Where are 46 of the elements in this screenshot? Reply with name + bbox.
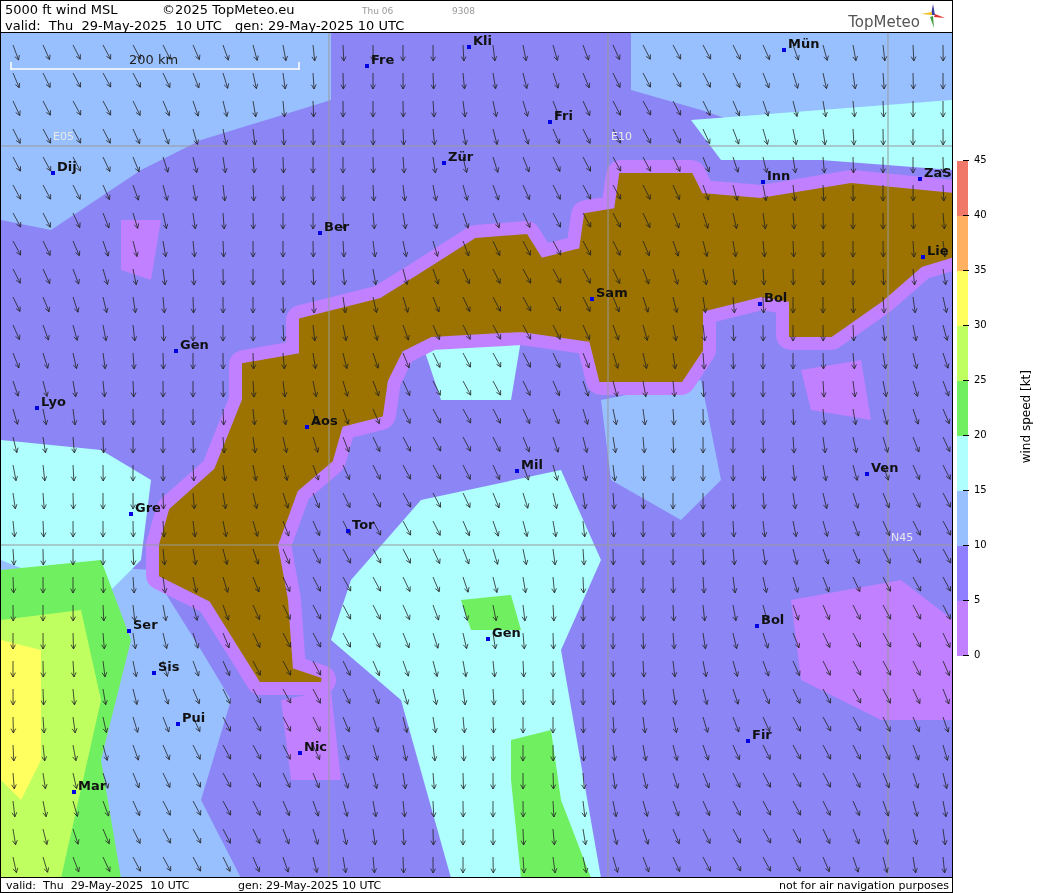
tick-label: 30 bbox=[974, 318, 987, 332]
city-label: Gen bbox=[180, 337, 209, 352]
city-label: Fre bbox=[371, 52, 395, 67]
city-label: Ven bbox=[871, 460, 899, 475]
header-text: ©2025 TopMeteo.eu bbox=[162, 2, 296, 17]
legend-title: wind speed [kt] bbox=[1019, 370, 1033, 464]
header-text: 5000 ft wind MSL bbox=[5, 2, 119, 17]
tick-label: 10 bbox=[974, 538, 987, 552]
disclaimer: not for air navigation purposes bbox=[779, 878, 949, 892]
city-label: Pui bbox=[182, 710, 206, 725]
grid-label: N45 bbox=[891, 531, 914, 544]
header-text: valid: Thu 29-May-2025 10 UTC bbox=[5, 18, 223, 33]
scale-label: 200 km bbox=[129, 52, 179, 67]
tick-label: 0 bbox=[974, 648, 981, 662]
logo-text: TopMeteo bbox=[848, 14, 920, 30]
city-label: Mar bbox=[78, 778, 107, 793]
city-label: Tor bbox=[352, 517, 375, 532]
tick-label: 35 bbox=[974, 263, 987, 277]
valid-time: valid: Thu 29-May-2025 10 UTC bbox=[6, 878, 191, 892]
city-label: Fri bbox=[554, 108, 573, 123]
city-label: Ber bbox=[324, 219, 350, 234]
tick-label: 25 bbox=[974, 373, 987, 387]
city-label: Ser bbox=[133, 617, 158, 632]
city-label: Gre bbox=[135, 500, 161, 515]
city-label: Mün bbox=[788, 36, 820, 51]
grid-label: E05 bbox=[53, 130, 74, 143]
tick-label: 45 bbox=[974, 153, 987, 167]
city-label: Kli bbox=[473, 33, 492, 48]
city-label: Sis bbox=[158, 659, 180, 674]
city-label: Inn bbox=[767, 168, 791, 183]
tick-label: 15 bbox=[974, 483, 987, 497]
city-label: Zür bbox=[448, 149, 474, 164]
info-label: Thu 06 bbox=[362, 5, 395, 18]
info-label: 9308 bbox=[452, 5, 476, 18]
city-label: Nic bbox=[304, 739, 328, 754]
city-label: Lyo bbox=[41, 394, 66, 409]
tick-label: 20 bbox=[974, 428, 987, 442]
generated-time: gen: 29-May-2025 10 UTC bbox=[238, 878, 382, 892]
tick-label: 40 bbox=[974, 208, 987, 222]
city-label: ZaS bbox=[924, 165, 952, 180]
tick-label: 5 bbox=[974, 593, 981, 607]
city-label: Lie bbox=[927, 243, 949, 258]
city-label: Bol bbox=[761, 612, 785, 627]
city-label: Fir bbox=[752, 727, 772, 742]
city-label: Mil bbox=[521, 457, 543, 472]
city-label: Dij bbox=[57, 159, 77, 174]
